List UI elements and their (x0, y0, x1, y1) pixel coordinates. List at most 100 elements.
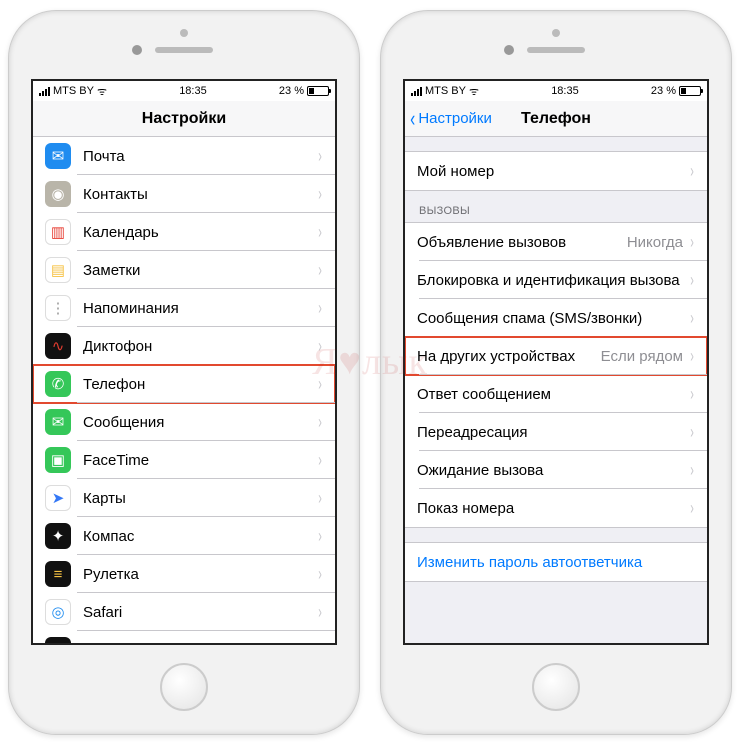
chevron-right-icon: › (690, 308, 694, 329)
back-button[interactable]: ‹ Настройки (409, 101, 492, 136)
settings-row[interactable]: Мой номер› (405, 152, 707, 190)
battery-icon (307, 86, 329, 96)
status-bar: MTS BY ᯤ 18:35 23 % (33, 81, 335, 101)
settings-row-facetime[interactable]: ▣ FaceTime› (33, 441, 335, 479)
chevron-right-icon: › (318, 564, 322, 585)
chevron-right-icon: › (318, 488, 322, 509)
signal-icon (411, 86, 422, 96)
chevron-right-icon: › (690, 346, 694, 367)
row-label: Safari (83, 604, 317, 621)
app-icon: ▤ (45, 257, 71, 283)
settings-row-почта[interactable]: ✉Почта› (33, 137, 335, 175)
settings-row-календарь[interactable]: ▥ Календарь› (33, 213, 335, 251)
chevron-right-icon: › (318, 184, 322, 205)
carrier-label: MTS BY (425, 85, 466, 97)
chevron-right-icon: › (318, 450, 322, 471)
chevron-right-icon: › (690, 270, 694, 291)
settings-row[interactable]: Сообщения спама (SMS/звонки)› (405, 299, 707, 337)
app-icon: ✉ (45, 409, 71, 435)
settings-row-заметки[interactable]: ▤ Заметки› (33, 251, 335, 289)
screen-left: MTS BY ᯤ 18:35 23 % Настройки ✉Почта›◉Ко… (31, 79, 337, 645)
row-label: Карты (83, 490, 317, 507)
nav-bar-left: Настройки (33, 101, 335, 137)
chevron-right-icon: › (318, 298, 322, 319)
settings-row[interactable]: Объявление вызововНикогда › (405, 223, 707, 261)
row-value: Никогда (627, 234, 683, 251)
chevron-right-icon: › (318, 602, 322, 623)
chevron-right-icon: › (318, 526, 322, 547)
settings-row[interactable]: Блокировка и идентификация вызова› (405, 261, 707, 299)
settings-row-телефон[interactable]: ✆Телефон› (33, 365, 335, 403)
battery-percent: 23 % (651, 85, 676, 97)
row-label: Мой номер (417, 163, 689, 180)
row-label: FaceTime (83, 452, 317, 469)
app-icon: ≡ (45, 561, 71, 587)
chevron-right-icon: › (690, 384, 694, 405)
app-icon: ✆ (45, 371, 71, 397)
row-label: Ответ сообщением (417, 386, 689, 403)
chevron-left-icon: ‹ (410, 108, 415, 130)
row-value: Если рядом (601, 348, 683, 365)
row-label: Контакты (83, 186, 317, 203)
app-icon: ▣ (45, 447, 71, 473)
status-bar: MTS BY ᯤ 18:35 23 % (405, 81, 707, 101)
chevron-right-icon: › (690, 232, 694, 253)
row-label: Переадресация (417, 424, 689, 441)
app-icon: ➤ (45, 485, 71, 511)
row-label: Календарь (83, 224, 317, 241)
signal-icon (39, 86, 50, 96)
phone-settings-list[interactable]: Мой номер›ВЫЗОВЫОбъявление вызововНикогд… (405, 137, 707, 643)
carrier-label: MTS BY (53, 85, 94, 97)
status-time: 18:35 (179, 85, 207, 97)
screen-right: MTS BY ᯤ 18:35 23 % ‹ Настройки Телефон … (403, 79, 709, 645)
settings-row-компас[interactable]: ✦ Компас› (33, 517, 335, 555)
row-label: Показ номера (417, 500, 689, 517)
wifi-icon: ᯤ (469, 84, 479, 99)
change-voicemail-password-link[interactable]: Изменить пароль автоответчика (405, 543, 707, 581)
chevron-right-icon: › (318, 260, 322, 281)
row-label: Объявление вызовов (417, 234, 627, 251)
phone-frame-right: MTS BY ᯤ 18:35 23 % ‹ Настройки Телефон … (380, 10, 732, 735)
page-title: Телефон (521, 110, 591, 128)
settings-row-safari[interactable]: ◎Safari› (33, 593, 335, 631)
chevron-right-icon: › (318, 336, 322, 357)
battery-percent: 23 % (279, 85, 304, 97)
row-label: Ожидание вызова (417, 462, 689, 479)
phone-frame-left: MTS BY ᯤ 18:35 23 % Настройки ✉Почта›◉Ко… (8, 10, 360, 735)
settings-row-контакты[interactable]: ◉Контакты› (33, 175, 335, 213)
chevron-right-icon: › (318, 222, 322, 243)
app-icon: ≋ (45, 637, 71, 643)
wifi-icon: ᯤ (97, 84, 107, 99)
app-icon: ▥ (45, 219, 71, 245)
home-button[interactable] (160, 663, 208, 711)
settings-row[interactable]: Ответ сообщением› (405, 375, 707, 413)
settings-list[interactable]: ✉Почта›◉Контакты›▥Календарь›▤Заметки›⋮На… (33, 137, 335, 643)
settings-row[interactable]: Ожидание вызова› (405, 451, 707, 489)
chevron-right-icon: › (690, 161, 694, 182)
settings-row-напоминания[interactable]: ⋮Напоминания› (33, 289, 335, 327)
row-label: Диктофон (83, 338, 317, 355)
chevron-right-icon: › (318, 412, 322, 433)
settings-row[interactable]: На других устройствахЕсли рядом› (405, 337, 707, 375)
row-label: Рулетка (83, 566, 317, 583)
settings-row[interactable]: Показ номера› (405, 489, 707, 527)
chevron-right-icon: › (318, 640, 322, 644)
row-label: Изменить пароль автоответчика (417, 554, 695, 571)
home-button[interactable] (532, 663, 580, 711)
row-label: Заметки (83, 262, 317, 279)
app-icon: ⋮ (45, 295, 71, 321)
settings-row[interactable]: Переадресация› (405, 413, 707, 451)
battery-icon (679, 86, 701, 96)
settings-row-сообщения[interactable]: ✉Сообщения› (33, 403, 335, 441)
settings-row-акции[interactable]: ≋Акции› (33, 631, 335, 643)
app-icon: ✦ (45, 523, 71, 549)
row-label: Телефон (83, 376, 317, 393)
settings-row-диктофон[interactable]: ∿Диктофон› (33, 327, 335, 365)
row-label: Компас (83, 528, 317, 545)
settings-row-карты[interactable]: ➤ Карты› (33, 479, 335, 517)
settings-row-рулетка[interactable]: ≡ Рулетка› (33, 555, 335, 593)
row-label: Блокировка и идентификация вызова (417, 272, 689, 289)
chevron-right-icon: › (690, 498, 694, 519)
section-header-calls: ВЫЗОВЫ (405, 191, 707, 222)
phone-top-bezel (381, 11, 731, 79)
